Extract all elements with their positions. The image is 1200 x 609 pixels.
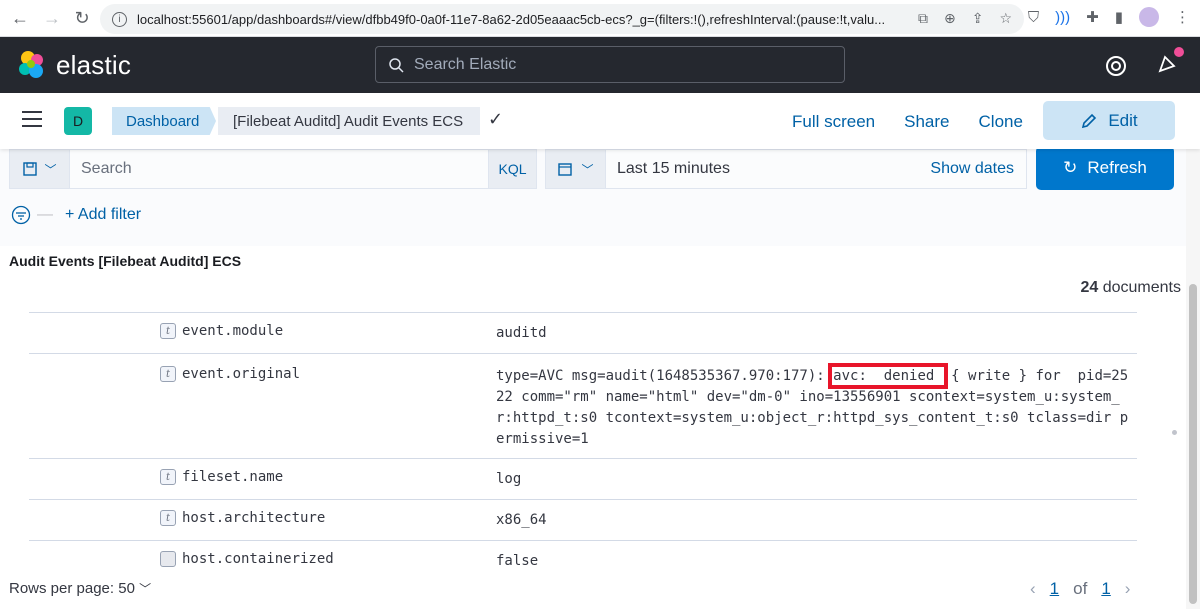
- field-value: log: [496, 471, 522, 487]
- rows-per-page-label: Rows per page: 50: [9, 580, 135, 597]
- highlighted-value: avc: denied: [828, 363, 948, 389]
- boolean-type-icon: b: [160, 551, 176, 567]
- table-row: t fileset.name log: [29, 458, 1137, 499]
- pagination: ‹ 1 of 1 ›: [1030, 579, 1130, 599]
- panel-title: Audit Events [Filebeat Auditd] ECS: [9, 253, 242, 269]
- field-value: x86_64: [496, 512, 547, 528]
- next-page-icon[interactable]: ›: [1125, 579, 1131, 599]
- query-search-input[interactable]: Search: [81, 160, 488, 178]
- notification-dot: [1174, 47, 1184, 57]
- scrollbar-thumb[interactable]: [1189, 284, 1197, 604]
- document-count-number: 24: [1080, 279, 1099, 296]
- info-icon[interactable]: i: [112, 11, 127, 27]
- calendar-icon: [558, 163, 573, 176]
- elastic-header: elastic Search Elastic: [0, 37, 1200, 93]
- string-type-icon: t: [160, 323, 176, 339]
- field-value: false: [496, 553, 539, 568]
- elastic-logo[interactable]: elastic: [16, 49, 131, 81]
- quick-date-menu-button[interactable]: ﹀: [546, 150, 606, 188]
- reload-icon[interactable]: ↻: [68, 4, 96, 32]
- breadcrumb-dashboard[interactable]: Dashboard: [112, 107, 216, 135]
- field-name[interactable]: host.architecture: [182, 510, 325, 526]
- translate-icon[interactable]: ⧉: [918, 10, 928, 27]
- logo-text: elastic: [56, 49, 132, 80]
- query-bar: ﹀ Search KQL: [9, 149, 537, 189]
- chevron-down-icon: ﹀: [139, 582, 152, 596]
- field-value: auditd: [496, 325, 547, 341]
- clone-link[interactable]: Clone: [979, 112, 1023, 132]
- pagination-of-label: of: [1073, 579, 1088, 598]
- share-page-icon[interactable]: ⇪: [972, 10, 984, 27]
- url-text[interactable]: localhost:55601/app/dashboards#/view/dfb…: [137, 12, 907, 27]
- pencil-icon: [1082, 113, 1097, 128]
- hamburger-menu-icon[interactable]: [22, 111, 42, 129]
- breadcrumb-bar: D Dashboard [Filebeat Auditd] Audit Even…: [0, 93, 1200, 149]
- forward-icon[interactable]: →: [38, 4, 66, 32]
- search-elastic-input[interactable]: Search Elastic: [375, 46, 845, 83]
- date-picker: ﹀ Last 15 minutes Show dates: [545, 149, 1027, 189]
- refresh-icon: ↻: [1063, 158, 1078, 177]
- extension-wave-icon[interactable]: ))): [1055, 9, 1070, 26]
- show-dates-link[interactable]: Show dates: [930, 160, 1014, 178]
- share-link[interactable]: Share: [904, 112, 949, 132]
- table-row: b host.containerized false: [29, 540, 1137, 568]
- table-row: t host.architecture x86_64: [29, 499, 1137, 540]
- profile-avatar-icon[interactable]: [1139, 7, 1159, 27]
- value-text: type=AVC msg=audit(1648535367.970:177):: [496, 368, 834, 384]
- string-type-icon: t: [160, 469, 176, 485]
- string-type-icon: t: [160, 510, 176, 526]
- page-scrollbar[interactable]: [1186, 149, 1200, 609]
- search-icon: [389, 57, 404, 73]
- field-value: type=AVC msg=audit(1648535367.970:177): …: [496, 363, 1132, 450]
- refresh-button[interactable]: ↻ Refresh: [1036, 146, 1174, 190]
- save-icon: [23, 162, 38, 176]
- total-pages-link[interactable]: 1: [1101, 579, 1110, 599]
- chevron-down-icon: ﹀: [44, 162, 57, 177]
- check-icon: ✓: [488, 109, 504, 129]
- edit-button[interactable]: Edit: [1043, 101, 1175, 140]
- field-name[interactable]: fileset.name: [182, 469, 283, 485]
- back-icon[interactable]: ←: [6, 4, 34, 32]
- string-type-icon: t: [160, 366, 176, 382]
- space-avatar[interactable]: D: [64, 107, 92, 135]
- zoom-icon[interactable]: ⊕: [944, 10, 956, 27]
- side-panel-icon[interactable]: ▮: [1115, 8, 1123, 26]
- document-count: 24 documents: [1080, 279, 1181, 297]
- full-screen-link[interactable]: Full screen: [792, 112, 875, 132]
- filter-row: — + Add filter: [11, 205, 141, 225]
- extensions-puzzle-icon[interactable]: ✚: [1086, 8, 1099, 26]
- table-footer: Rows per page: 50 ﹀ ‹ 1 of 1 ›: [0, 570, 1186, 609]
- date-range-value[interactable]: Last 15 minutes: [617, 160, 930, 178]
- chevron-down-icon: ﹀: [581, 162, 594, 177]
- search-elastic-placeholder: Search Elastic: [414, 55, 517, 73]
- table-row: t event.original type=AVC msg=audit(16485…: [29, 353, 1137, 458]
- browser-menu-icon[interactable]: ⋮: [1175, 8, 1190, 26]
- browser-toolbar: ← → ↻ i localhost:55601/app/dashboards#/…: [0, 0, 1200, 37]
- edit-button-label: Edit: [1108, 110, 1138, 130]
- document-count-label: documents: [1102, 279, 1181, 296]
- saved-query-button[interactable]: ﹀: [10, 150, 70, 188]
- bookmark-star-icon[interactable]: ☆: [999, 10, 1012, 27]
- field-name[interactable]: host.containerized: [182, 551, 334, 567]
- elastic-logo-icon: [19, 51, 43, 78]
- rows-per-page-button[interactable]: Rows per page: 50 ﹀: [9, 580, 151, 597]
- document-table: t event.module auditd t event.original typ…: [29, 312, 1137, 568]
- address-bar[interactable]: i localhost:55601/app/dashboards#/view/d…: [100, 4, 1024, 34]
- previous-page-icon[interactable]: ‹: [1030, 579, 1036, 599]
- extension-shield-icon[interactable]: ⛉: [1028, 9, 1039, 26]
- refresh-button-label: Refresh: [1087, 158, 1147, 177]
- current-page-link[interactable]: 1: [1050, 579, 1059, 599]
- breadcrumb-current-dashboard: [Filebeat Auditd] Audit Events ECS: [218, 107, 480, 135]
- field-name[interactable]: event.module: [182, 323, 283, 339]
- help-icon[interactable]: [1104, 54, 1128, 78]
- panel-scroll-indicator: [1172, 430, 1177, 435]
- filter-options-icon[interactable]: [11, 205, 31, 225]
- news-feed-button[interactable]: [1156, 47, 1184, 80]
- query-language-button[interactable]: KQL: [488, 150, 536, 188]
- field-name[interactable]: event.original: [182, 366, 300, 382]
- table-row: t event.module auditd: [29, 312, 1137, 353]
- add-filter-button[interactable]: + Add filter: [65, 206, 141, 224]
- filter-separator: —: [37, 206, 53, 223]
